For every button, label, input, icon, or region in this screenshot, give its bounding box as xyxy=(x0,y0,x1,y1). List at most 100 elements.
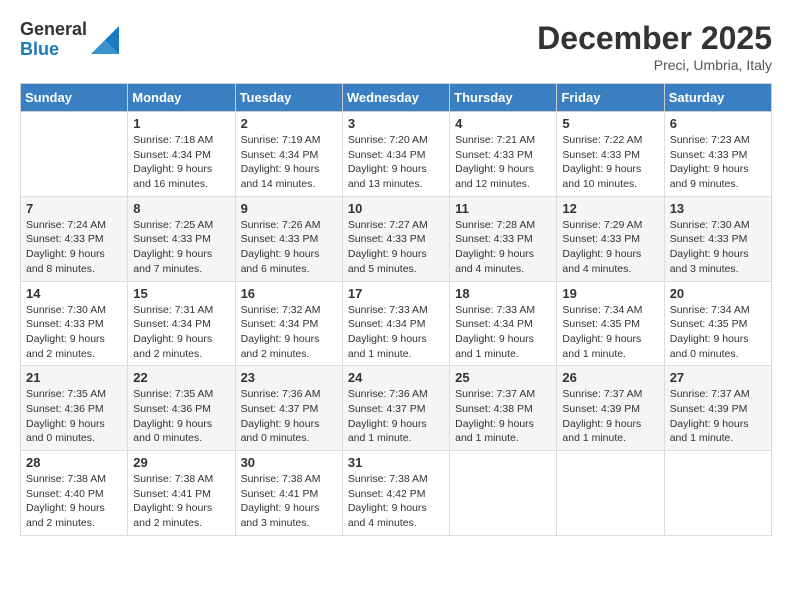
calendar-cell: 29 Sunrise: 7:38 AM Sunset: 4:41 PM Dayli… xyxy=(128,451,235,536)
day-number: 13 xyxy=(670,201,766,216)
calendar-cell xyxy=(21,112,128,197)
calendar-cell: 8 Sunrise: 7:25 AM Sunset: 4:33 PM Daylig… xyxy=(128,196,235,281)
calendar-cell: 22Sunrise: 7:35 AM Sunset: 4:36 PM Dayli… xyxy=(128,366,235,451)
day-number: 7 xyxy=(26,201,122,216)
day-info: Sunrise: 7:36 AM Sunset: 4:37 PM Dayligh… xyxy=(241,387,337,446)
calendar-cell: 13 Sunrise: 7:30 AM Sunset: 4:33 PM Dayli… xyxy=(664,196,771,281)
day-number: 11 xyxy=(455,201,551,216)
day-number: 30 xyxy=(241,455,337,470)
day-info: Sunrise: 7:31 AM Sunset: 4:34 PM Dayligh… xyxy=(133,303,229,362)
day-info: Sunrise: 7:34 AM Sunset: 4:35 PM Dayligh… xyxy=(562,303,658,362)
day-info: Sunrise: 7:30 AM Sunset: 4:33 PM Dayligh… xyxy=(26,303,122,362)
logo-general: General xyxy=(20,20,87,40)
day-number: 28 xyxy=(26,455,122,470)
day-info: Sunrise: 7:27 AM Sunset: 4:33 PM Dayligh… xyxy=(348,218,444,277)
day-number: 8 xyxy=(133,201,229,216)
day-info: Sunrise: 7:38 AM Sunset: 4:41 PM Dayligh… xyxy=(133,472,229,531)
month-title: December 2025 xyxy=(537,20,772,57)
day-info: Sunrise: 7:38 AM Sunset: 4:42 PM Dayligh… xyxy=(348,472,444,531)
calendar-cell: 20Sunrise: 7:34 AM Sunset: 4:35 PM Dayli… xyxy=(664,281,771,366)
day-info: Sunrise: 7:23 AM Sunset: 4:33 PM Dayligh… xyxy=(670,133,766,192)
calendar-cell: 1Sunrise: 7:18 AM Sunset: 4:34 PM Daylig… xyxy=(128,112,235,197)
calendar-cell: 18 Sunrise: 7:33 AM Sunset: 4:34 PM Dayli… xyxy=(450,281,557,366)
calendar-cell: 16 Sunrise: 7:32 AM Sunset: 4:34 PM Dayli… xyxy=(235,281,342,366)
day-number: 2 xyxy=(241,116,337,131)
day-info: Sunrise: 7:18 AM Sunset: 4:34 PM Dayligh… xyxy=(133,133,229,192)
weekday-header-monday: Monday xyxy=(128,84,235,112)
day-number: 25 xyxy=(455,370,551,385)
day-info: Sunrise: 7:37 AM Sunset: 4:38 PM Dayligh… xyxy=(455,387,551,446)
day-info: Sunrise: 7:30 AM Sunset: 4:33 PM Dayligh… xyxy=(670,218,766,277)
calendar-cell: 30 Sunrise: 7:38 AM Sunset: 4:41 PM Dayli… xyxy=(235,451,342,536)
calendar-cell: 14 Sunrise: 7:30 AM Sunset: 4:33 PM Dayli… xyxy=(21,281,128,366)
calendar-cell: 7 Sunrise: 7:24 AM Sunset: 4:33 PM Daylig… xyxy=(21,196,128,281)
day-number: 31 xyxy=(348,455,444,470)
calendar-cell xyxy=(450,451,557,536)
weekday-header-friday: Friday xyxy=(557,84,664,112)
calendar-cell: 26 Sunrise: 7:37 AM Sunset: 4:39 PM Dayli… xyxy=(557,366,664,451)
logo-icon xyxy=(91,26,119,54)
calendar-cell: 5 Sunrise: 7:22 AM Sunset: 4:33 PM Daylig… xyxy=(557,112,664,197)
day-info: Sunrise: 7:38 AM Sunset: 4:41 PM Dayligh… xyxy=(241,472,337,531)
day-info: Sunrise: 7:33 AM Sunset: 4:34 PM Dayligh… xyxy=(455,303,551,362)
day-number: 6 xyxy=(670,116,766,131)
calendar-cell: 12 Sunrise: 7:29 AM Sunset: 4:33 PM Dayli… xyxy=(557,196,664,281)
day-info: Sunrise: 7:35 AM Sunset: 4:36 PM Dayligh… xyxy=(133,387,229,446)
day-info: Sunrise: 7:38 AM Sunset: 4:40 PM Dayligh… xyxy=(26,472,122,531)
calendar-cell: 3 Sunrise: 7:20 AM Sunset: 4:34 PM Daylig… xyxy=(342,112,449,197)
calendar-cell: 24Sunrise: 7:36 AM Sunset: 4:37 PM Dayli… xyxy=(342,366,449,451)
calendar-cell: 28 Sunrise: 7:38 AM Sunset: 4:40 PM Dayli… xyxy=(21,451,128,536)
day-number: 15 xyxy=(133,286,229,301)
title-section: December 2025 Preci, Umbria, Italy xyxy=(537,20,772,73)
weekday-header-tuesday: Tuesday xyxy=(235,84,342,112)
day-info: Sunrise: 7:34 AM Sunset: 4:35 PM Dayligh… xyxy=(670,303,766,362)
day-number: 12 xyxy=(562,201,658,216)
day-info: Sunrise: 7:20 AM Sunset: 4:34 PM Dayligh… xyxy=(348,133,444,192)
week-row-2: 14 Sunrise: 7:30 AM Sunset: 4:33 PM Dayli… xyxy=(21,281,772,366)
day-info: Sunrise: 7:35 AM Sunset: 4:36 PM Dayligh… xyxy=(26,387,122,446)
calendar-cell: 2 Sunrise: 7:19 AM Sunset: 4:34 PM Daylig… xyxy=(235,112,342,197)
weekday-header-row: SundayMondayTuesdayWednesdayThursdayFrid… xyxy=(21,84,772,112)
week-row-0: 1Sunrise: 7:18 AM Sunset: 4:34 PM Daylig… xyxy=(21,112,772,197)
calendar-cell: 10Sunrise: 7:27 AM Sunset: 4:33 PM Dayli… xyxy=(342,196,449,281)
calendar-cell: 25 Sunrise: 7:37 AM Sunset: 4:38 PM Dayli… xyxy=(450,366,557,451)
day-info: Sunrise: 7:29 AM Sunset: 4:33 PM Dayligh… xyxy=(562,218,658,277)
day-number: 4 xyxy=(455,116,551,131)
calendar-cell xyxy=(557,451,664,536)
logo: General Blue xyxy=(20,20,119,60)
day-info: Sunrise: 7:37 AM Sunset: 4:39 PM Dayligh… xyxy=(562,387,658,446)
calendar-cell: 17Sunrise: 7:33 AM Sunset: 4:34 PM Dayli… xyxy=(342,281,449,366)
day-number: 26 xyxy=(562,370,658,385)
weekday-header-thursday: Thursday xyxy=(450,84,557,112)
calendar-cell: 31 Sunrise: 7:38 AM Sunset: 4:42 PM Dayli… xyxy=(342,451,449,536)
day-info: Sunrise: 7:37 AM Sunset: 4:39 PM Dayligh… xyxy=(670,387,766,446)
week-row-3: 21Sunrise: 7:35 AM Sunset: 4:36 PM Dayli… xyxy=(21,366,772,451)
day-number: 17 xyxy=(348,286,444,301)
day-info: Sunrise: 7:36 AM Sunset: 4:37 PM Dayligh… xyxy=(348,387,444,446)
day-info: Sunrise: 7:22 AM Sunset: 4:33 PM Dayligh… xyxy=(562,133,658,192)
logo-blue: Blue xyxy=(20,40,87,60)
weekday-header-sunday: Sunday xyxy=(21,84,128,112)
day-info: Sunrise: 7:25 AM Sunset: 4:33 PM Dayligh… xyxy=(133,218,229,277)
day-number: 16 xyxy=(241,286,337,301)
day-number: 5 xyxy=(562,116,658,131)
calendar-cell: 19Sunrise: 7:34 AM Sunset: 4:35 PM Dayli… xyxy=(557,281,664,366)
day-info: Sunrise: 7:21 AM Sunset: 4:33 PM Dayligh… xyxy=(455,133,551,192)
calendar-cell: 27 Sunrise: 7:37 AM Sunset: 4:39 PM Dayli… xyxy=(664,366,771,451)
day-number: 3 xyxy=(348,116,444,131)
calendar-cell: 11Sunrise: 7:28 AM Sunset: 4:33 PM Dayli… xyxy=(450,196,557,281)
day-info: Sunrise: 7:32 AM Sunset: 4:34 PM Dayligh… xyxy=(241,303,337,362)
day-number: 23 xyxy=(241,370,337,385)
day-info: Sunrise: 7:24 AM Sunset: 4:33 PM Dayligh… xyxy=(26,218,122,277)
week-row-1: 7 Sunrise: 7:24 AM Sunset: 4:33 PM Daylig… xyxy=(21,196,772,281)
weekday-header-wednesday: Wednesday xyxy=(342,84,449,112)
day-number: 27 xyxy=(670,370,766,385)
calendar-cell: 23 Sunrise: 7:36 AM Sunset: 4:37 PM Dayli… xyxy=(235,366,342,451)
day-info: Sunrise: 7:19 AM Sunset: 4:34 PM Dayligh… xyxy=(241,133,337,192)
calendar-cell xyxy=(664,451,771,536)
day-number: 14 xyxy=(26,286,122,301)
calendar-cell: 6 Sunrise: 7:23 AM Sunset: 4:33 PM Daylig… xyxy=(664,112,771,197)
day-info: Sunrise: 7:26 AM Sunset: 4:33 PM Dayligh… xyxy=(241,218,337,277)
day-number: 18 xyxy=(455,286,551,301)
day-number: 29 xyxy=(133,455,229,470)
